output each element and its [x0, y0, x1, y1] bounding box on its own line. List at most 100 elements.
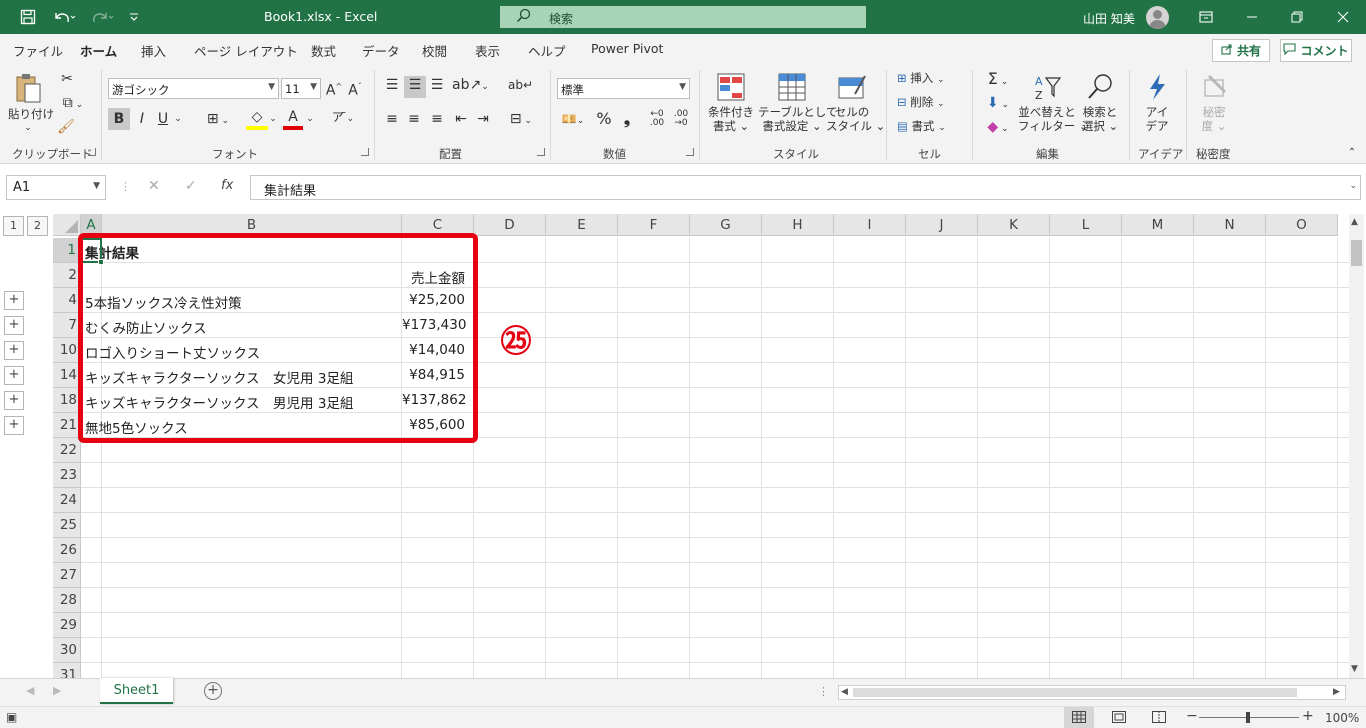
collapse-ribbon-icon[interactable]: ⌃	[1344, 144, 1360, 162]
previous-sheet-icon[interactable]: ◀	[26, 684, 34, 697]
column-header-d[interactable]: D	[474, 214, 546, 236]
select-all-corner[interactable]	[53, 214, 81, 236]
row-header-25[interactable]: 25	[53, 513, 81, 538]
tab-insert[interactable]: 挿入	[141, 41, 166, 60]
bold-button[interactable]: B	[108, 108, 130, 130]
row-header-2[interactable]: 2	[53, 263, 81, 288]
number-launcher-icon[interactable]	[686, 148, 694, 156]
column-header-o[interactable]: O	[1266, 214, 1338, 236]
column-header-n[interactable]: N	[1194, 214, 1266, 236]
bottom-align-icon[interactable]: ☰	[428, 76, 446, 94]
undo-icon[interactable]	[50, 7, 78, 27]
tab-split-handle-icon[interactable]: ⋮	[818, 685, 829, 698]
align-right-icon[interactable]: ≡	[428, 110, 446, 128]
fill-icon[interactable]: ⬇ ⌄	[982, 94, 1014, 114]
row-header-29[interactable]: 29	[53, 613, 81, 638]
cancel-edit-icon[interactable]: ✕	[148, 178, 160, 194]
increase-font-icon[interactable]: A^	[324, 78, 344, 100]
zoom-in-button[interactable]: +	[1302, 708, 1314, 724]
worksheet-grid[interactable]: 1 2 ABCDEFGHIJKLMNO 1 集計結果 2 売上金額 4 +5本指ソックス冷…	[0, 212, 1366, 688]
scroll-right-icon[interactable]: ▶	[1333, 687, 1340, 697]
sensitivity-button[interactable]: 秘密 度 ⌄	[1196, 72, 1232, 133]
page-layout-view-icon[interactable]	[1112, 711, 1126, 726]
column-header-k[interactable]: K	[978, 214, 1050, 236]
decrease-font-icon[interactable]: Aˇ	[345, 78, 365, 100]
increase-indent-icon[interactable]: ⇥	[474, 110, 492, 128]
save-icon[interactable]	[18, 7, 38, 27]
zoom-out-button[interactable]: −	[1186, 708, 1198, 724]
row-header-26[interactable]: 26	[53, 538, 81, 563]
sort-filter-button[interactable]: AZ 並べ替えと フィルター ⌄	[1018, 72, 1089, 133]
expand-group-button[interactable]: +	[4, 291, 24, 310]
scroll-thumb[interactable]	[1351, 240, 1362, 266]
redo-icon[interactable]	[88, 7, 116, 27]
scroll-left-icon[interactable]: ◀	[841, 687, 848, 697]
column-header-m[interactable]: M	[1122, 214, 1194, 236]
row-header-21[interactable]: 21	[53, 413, 81, 438]
row-header-10[interactable]: 10	[53, 338, 81, 363]
format-as-table-button[interactable]: テーブルとして 書式設定 ⌄	[758, 72, 837, 133]
macro-record-icon[interactable]: ▣	[6, 710, 17, 724]
row-header-23[interactable]: 23	[53, 463, 81, 488]
font-color-icon[interactable]: A	[283, 108, 303, 130]
outline-level-1-button[interactable]: 1	[3, 216, 24, 236]
column-header-j[interactable]: J	[906, 214, 978, 236]
expand-group-button[interactable]: +	[4, 391, 24, 410]
fill-color-dropdown-icon[interactable]: ⌄	[268, 110, 278, 128]
column-header-g[interactable]: G	[690, 214, 762, 236]
comma-style-icon[interactable]: ❟	[618, 110, 636, 128]
orientation-icon[interactable]: ab↗⌄	[452, 76, 489, 96]
sheet-tab-sheet1[interactable]: Sheet1	[100, 678, 173, 704]
column-header-h[interactable]: H	[762, 214, 834, 236]
outline-level-2-button[interactable]: 2	[27, 216, 48, 236]
phonetic-icon[interactable]: ア̄ ⌄	[328, 108, 358, 128]
page-break-view-icon[interactable]	[1152, 711, 1166, 726]
horizontal-scroll-thumb[interactable]	[853, 688, 1297, 697]
clipboard-launcher-icon[interactable]	[88, 148, 96, 156]
new-sheet-icon[interactable]: +	[204, 682, 222, 700]
italic-button[interactable]: I	[134, 110, 150, 128]
clear-icon[interactable]: ◆ ⌄	[982, 118, 1014, 138]
fill-color-icon[interactable]: ◇	[246, 108, 268, 130]
row-header-27[interactable]: 27	[53, 563, 81, 588]
cell-styles-button[interactable]: セルの スタイル ⌄	[826, 72, 885, 133]
tab-home[interactable]: ホーム	[80, 41, 118, 66]
align-center-icon[interactable]: ≡	[405, 110, 423, 128]
font-launcher-icon[interactable]	[361, 148, 369, 156]
minimize-icon[interactable]	[1242, 7, 1262, 27]
copy-icon[interactable]: ⧉ ⌄	[56, 94, 90, 114]
close-icon[interactable]	[1333, 7, 1353, 27]
formula-input[interactable]: 集計結果 ⌄	[250, 175, 1361, 200]
column-header-i[interactable]: I	[834, 214, 906, 236]
row-header-7[interactable]: 7	[53, 313, 81, 338]
ribbon-display-options-icon[interactable]	[1196, 7, 1216, 27]
top-align-icon[interactable]: ☰	[383, 76, 401, 94]
insert-cells-button[interactable]: ⊞ 挿入 ⌄	[897, 71, 945, 87]
format-painter-icon[interactable]: 🖌	[57, 118, 75, 136]
row-header-4[interactable]: 4	[53, 288, 81, 313]
tab-file[interactable]: ファイル	[13, 41, 63, 60]
horizontal-scrollbar[interactable]: ◀ ▶	[838, 685, 1346, 700]
conditional-formatting-button[interactable]: 条件付き 書式 ⌄	[706, 72, 756, 133]
tab-data[interactable]: データ	[362, 41, 400, 60]
increase-decimal-icon[interactable]: ←0.00	[646, 110, 668, 128]
delete-cells-button[interactable]: ⊟ 削除 ⌄	[897, 95, 945, 111]
tab-help[interactable]: ヘルプ	[528, 41, 566, 60]
expand-group-button[interactable]: +	[4, 366, 24, 385]
wrap-text-icon[interactable]: ab↵	[508, 76, 533, 94]
row-header-30[interactable]: 30	[53, 638, 81, 663]
vertical-scrollbar[interactable]: ▲ ▼	[1349, 214, 1364, 680]
font-color-dropdown-icon[interactable]: ⌄	[305, 110, 315, 128]
restore-icon[interactable]	[1287, 7, 1307, 27]
tab-page-layout[interactable]: ページ レイアウト	[194, 41, 298, 60]
font-name-combo[interactable]: 游ゴシック ▼	[108, 78, 279, 99]
accounting-format-icon[interactable]: 💴⌄	[557, 110, 589, 130]
autosum-icon[interactable]: Σ ⌄	[982, 70, 1014, 91]
font-size-combo[interactable]: 11 ▼	[281, 78, 321, 99]
expand-group-button[interactable]: +	[4, 316, 24, 335]
column-header-l[interactable]: L	[1050, 214, 1122, 236]
paste-button[interactable]: 貼り付け ⌄	[8, 72, 54, 135]
avatar[interactable]	[1146, 6, 1169, 29]
number-format-combo[interactable]: 標準 ▼	[557, 78, 690, 99]
scroll-down-icon[interactable]: ▼	[1351, 664, 1358, 674]
